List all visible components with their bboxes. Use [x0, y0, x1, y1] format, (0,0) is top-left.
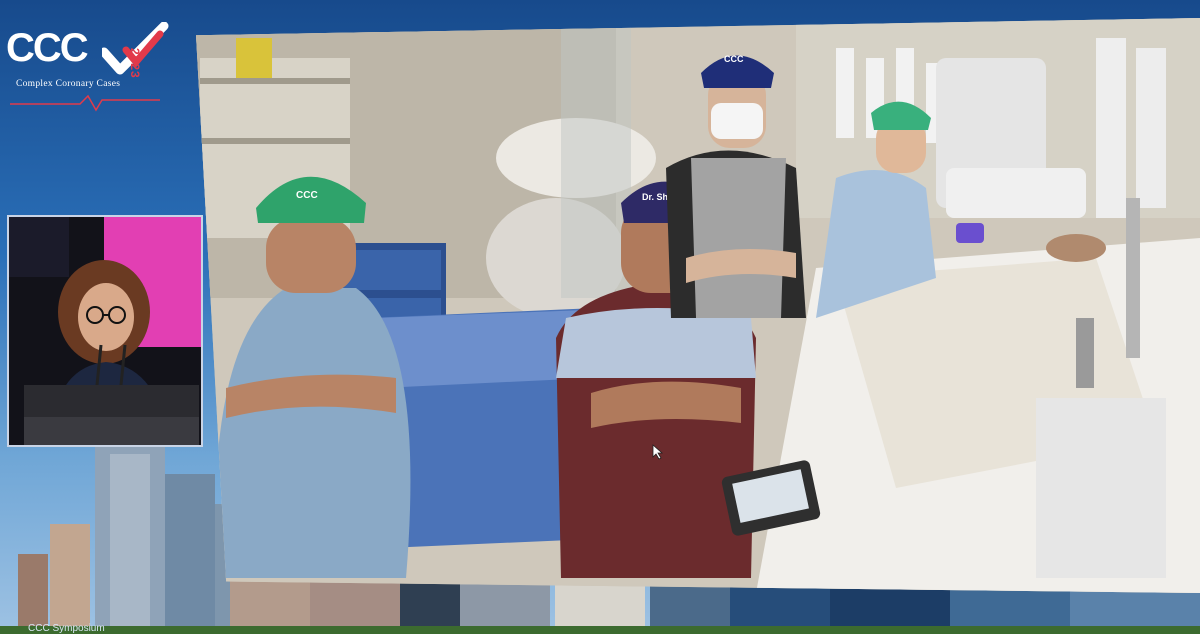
logo-letters: CCC: [6, 26, 89, 70]
footer-symposium-text: CCC Symposium: [28, 623, 105, 634]
back-cap-text: CCC: [724, 54, 744, 64]
logo-subtitle: Complex Coronary Cases: [16, 79, 121, 89]
heartbeat-line-icon: [10, 94, 160, 112]
speaker-video-window: [7, 215, 203, 447]
mouse-pointer-icon: [652, 444, 664, 460]
live-case-video-feed: CCC Dr. Sharma CCC: [196, 18, 1200, 593]
ccc-logo: CCC 2023 Complex Coronary Cases: [6, 22, 176, 112]
cath-lab-scene: CCC Dr. Sharma CCC: [196, 18, 1200, 593]
conference-screen: CCC 2023 Complex Coronary Cases CCC Dr. …: [0, 0, 1200, 634]
speaker-image: [9, 217, 201, 445]
logo-year: 2023: [128, 48, 142, 79]
left-cap-text: CCC: [296, 190, 318, 201]
